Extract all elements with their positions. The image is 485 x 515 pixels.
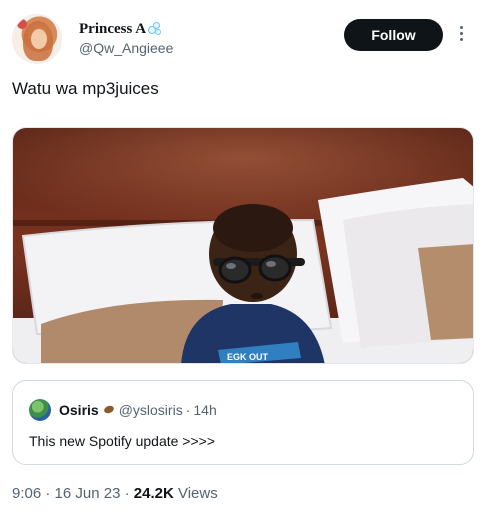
quoted-header: Osiris @yslosiris · 14h — [59, 401, 217, 419]
quoted-display-name[interactable]: Osiris — [59, 401, 99, 419]
avatar-face — [31, 29, 47, 49]
planet-emoji-icon — [102, 404, 116, 415]
author-display-name-text: Princess A — [79, 21, 147, 37]
views-count[interactable]: 24.2K — [134, 485, 174, 502]
quoted-text: This new Spotify update >>>> — [29, 433, 216, 449]
quoted-separator: · — [185, 402, 191, 418]
views-label: Views — [177, 485, 218, 502]
quoted-tweet[interactable]: Osiris @yslosiris · 14h This new Spotify… — [12, 380, 474, 465]
tweet-time[interactable]: 9:06 — [12, 485, 41, 502]
author-handle[interactable]: @Qw_Angieee — [79, 39, 173, 57]
tweet-meta: 9:06 · 16 Jun 23 · 24.2K Views — [12, 484, 218, 503]
quoted-avatar[interactable] — [29, 399, 51, 421]
tweet-date[interactable]: 16 Jun 23 — [55, 485, 121, 502]
author-display-name[interactable]: Princess A — [79, 20, 173, 38]
shirt-print: EGK OUT — [227, 352, 269, 362]
photo-illustration: EGK OUT — [13, 128, 473, 363]
meta-separator: · — [124, 485, 130, 502]
quoted-timestamp[interactable]: 14h — [193, 401, 216, 419]
bubbles-emoji-icon — [148, 22, 162, 36]
author-avatar[interactable] — [12, 14, 62, 64]
author-names: Princess A @Qw_Angieee — [79, 20, 173, 57]
meta-separator: · — [45, 485, 51, 502]
follow-button[interactable]: Follow — [344, 19, 443, 51]
tweet-header: Princess A @Qw_Angieee Follow — [12, 12, 473, 64]
quoted-handle[interactable]: @yslosiris — [119, 401, 183, 419]
tweet-photo[interactable]: EGK OUT — [12, 127, 474, 364]
avatar-flower — [17, 19, 27, 29]
tweet-text: Watu wa mp3juices — [12, 79, 159, 98]
more-vertical-icon[interactable] — [456, 24, 466, 46]
